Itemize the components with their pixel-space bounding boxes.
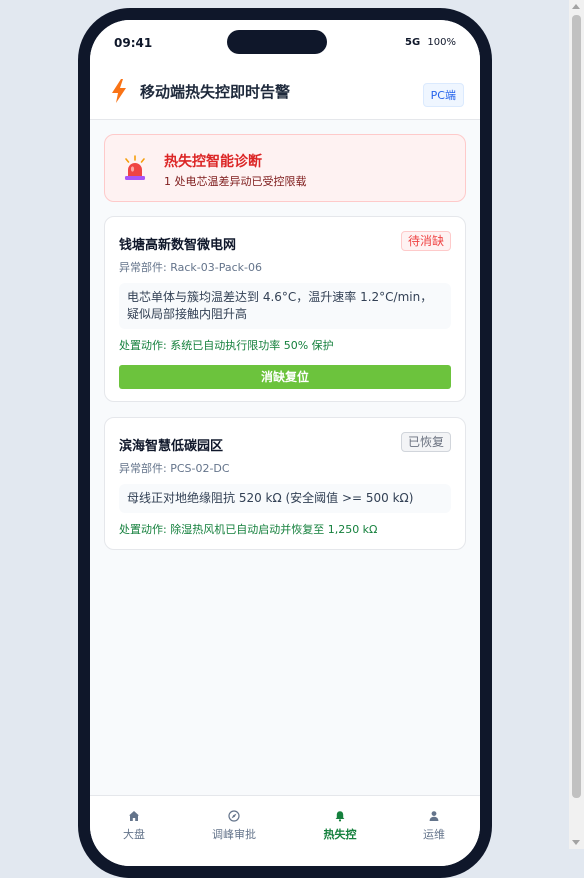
alert-card: 钱塘高新数智微电网 待消缺 异常部件: Rack-03-Pack-06 电芯单体… — [104, 216, 466, 402]
battery-indicator: 100% — [427, 37, 456, 48]
abnormal-part: 异常部件: PCS-02-DC — [119, 462, 230, 475]
nav-label: 运维 — [423, 828, 445, 841]
nav-item-peak-approval[interactable]: 调峰审批 — [194, 810, 274, 842]
home-icon — [129, 811, 139, 821]
status-badge: 已恢复 — [400, 432, 451, 452]
nav-item-dashboard[interactable]: 大盘 — [94, 810, 174, 842]
phone-screen: 09:41 5G 100% 移动端热失控即时告警 PC端 热失控智能诊断 1 处… — [90, 20, 480, 866]
pc-view-button[interactable]: PC端 — [422, 83, 464, 107]
status-indicators: 5G 100% — [405, 37, 456, 48]
site-name: 滨海智慧低碳园区 — [119, 439, 224, 454]
alert-message: 电芯单体与簇均温差达到 4.6°C，温升速率 1.2°C/min，疑似局部接触内… — [119, 283, 451, 329]
diagnosis-subtitle: 1 处电芯温差异动已受控限载 — [164, 175, 307, 188]
phone-frame: 09:41 5G 100% 移动端热失控即时告警 PC端 热失控智能诊断 1 处… — [78, 8, 492, 878]
scroll-up-arrow[interactable] — [572, 4, 580, 9]
page-scrollbar[interactable] — [569, 0, 584, 849]
nav-label: 热失控 — [323, 828, 357, 841]
user-icon — [429, 811, 439, 821]
status-time: 09:41 — [114, 36, 153, 50]
siren-icon — [125, 155, 145, 180]
app-header: 移动端热失控即时告警 PC端 — [90, 64, 480, 120]
action-taken: 处置动作: 系统已自动执行限功率 50% 保护 — [119, 339, 334, 352]
dynamic-island — [227, 30, 327, 54]
status-bar: 09:41 5G 100% — [90, 20, 480, 64]
nav-label: 调峰审批 — [212, 828, 256, 841]
reset-button[interactable]: 消缺复位 — [119, 365, 451, 389]
alert-card-header: 钱塘高新数智微电网 待消缺 — [119, 231, 451, 253]
site-name: 钱塘高新数智微电网 — [119, 238, 237, 253]
page-title: 移动端热失控即时告警 — [140, 83, 291, 101]
alert-message: 母线正对地绝缘阻抗 520 kΩ (安全阈值 >= 500 kΩ) — [119, 484, 451, 513]
alert-card-header: 滨海智慧低碳园区 已恢复 — [119, 432, 451, 454]
nav-label: 大盘 — [123, 828, 145, 841]
nav-item-operations[interactable]: 运维 — [394, 810, 474, 842]
nav-item-thermal-runaway[interactable]: 热失控 — [300, 810, 380, 842]
network-indicator: 5G — [405, 37, 421, 48]
bell-icon — [335, 811, 345, 822]
main-content: 热失控智能诊断 1 处电芯温差异动已受控限载 钱塘高新数智微电网 待消缺 异常部… — [104, 134, 466, 565]
scrollbar-thumb[interactable] — [572, 15, 581, 798]
bottom-nav: 大盘 调峰审批 热失控 运维 — [90, 795, 480, 866]
bolt-icon — [112, 79, 126, 103]
status-badge: 待消缺 — [400, 231, 451, 251]
compass-icon — [228, 810, 240, 822]
alert-card: 滨海智慧低碳园区 已恢复 异常部件: PCS-02-DC 母线正对地绝缘阻抗 5… — [104, 417, 466, 550]
action-taken: 处置动作: 除湿热风机已自动启动并恢复至 1,250 kΩ — [119, 523, 378, 536]
scroll-down-arrow[interactable] — [572, 840, 580, 845]
abnormal-part: 异常部件: Rack-03-Pack-06 — [119, 261, 262, 274]
diagnosis-banner: 热失控智能诊断 1 处电芯温差异动已受控限载 — [104, 134, 466, 202]
diagnosis-title: 热失控智能诊断 — [164, 154, 262, 170]
